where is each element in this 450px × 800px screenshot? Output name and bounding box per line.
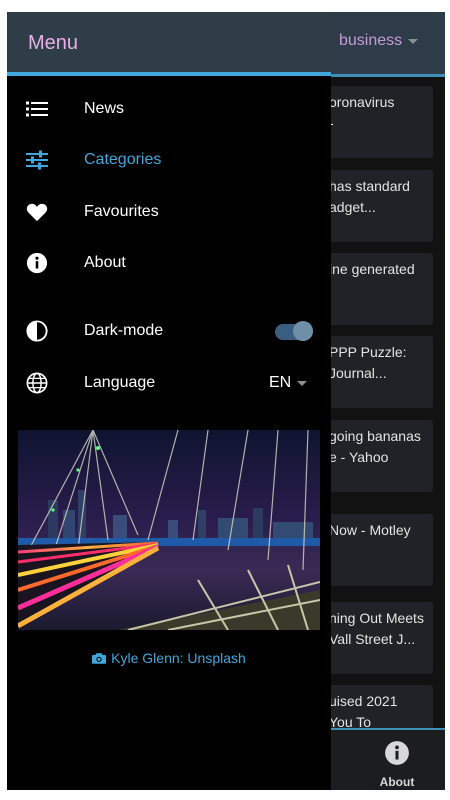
bridge-night-photo bbox=[18, 430, 320, 630]
side-drawer: Menu News Categories Favourites About Da… bbox=[7, 12, 331, 790]
news-card-title: Now - Motley bbox=[329, 522, 411, 538]
news-card-title: ning Out Meets Vall Street J... bbox=[329, 610, 424, 647]
news-card-title: PPP Puzzle: Journal... bbox=[329, 344, 407, 381]
globe-icon bbox=[26, 372, 48, 394]
list-icon bbox=[26, 98, 48, 120]
menu-item-label: Favourites bbox=[84, 203, 159, 220]
language-row: Language EN bbox=[7, 363, 331, 403]
info-icon bbox=[385, 741, 409, 765]
drawer-header-divider bbox=[7, 72, 331, 76]
bottom-nav-about[interactable]: About bbox=[373, 740, 433, 789]
language-dropdown[interactable]: EN bbox=[269, 374, 308, 392]
menu-item-label: About bbox=[84, 254, 126, 271]
dark-mode-label: Dark-mode bbox=[84, 322, 164, 339]
menu-item-favourites[interactable]: Favourites bbox=[7, 192, 331, 232]
heart-icon bbox=[26, 201, 48, 223]
chevron-down-icon bbox=[297, 380, 308, 386]
dark-mode-toggle[interactable] bbox=[275, 320, 315, 342]
menu-item-about[interactable]: About bbox=[7, 243, 331, 283]
news-card-title: oronavirus - bbox=[329, 94, 395, 131]
drawer-header: Menu bbox=[7, 12, 331, 74]
bottom-nav-about-label: About bbox=[379, 775, 415, 789]
menu-item-categories[interactable]: Categories bbox=[7, 140, 331, 180]
toggle-knob bbox=[293, 321, 313, 341]
photo-credit-link[interactable]: Kyle Glenn: Unsplash bbox=[7, 650, 331, 666]
news-card-title: uised 2021 You To bbox=[329, 693, 398, 730]
camera-icon bbox=[92, 653, 107, 664]
menu-item-news[interactable]: News bbox=[7, 89, 331, 129]
drawer-title: Menu bbox=[28, 32, 79, 54]
app-frame: business oronavirus - has standard adget… bbox=[7, 12, 445, 790]
menu-item-label: Categories bbox=[84, 151, 162, 168]
contrast-icon bbox=[26, 320, 48, 342]
news-card-title: ine generated bbox=[329, 261, 415, 277]
dark-mode-row: Dark-mode bbox=[7, 311, 331, 351]
language-label: Language bbox=[84, 374, 156, 391]
news-card-title: has standard adget... bbox=[329, 178, 410, 215]
bottom-nav: About bbox=[329, 728, 445, 790]
menu-item-label: News bbox=[84, 100, 125, 117]
language-dropdown-value: EN bbox=[269, 374, 292, 391]
news-card-title: going bananas e - Yahoo bbox=[329, 428, 421, 465]
photo-credit-text: Kyle Glenn: Unsplash bbox=[111, 650, 246, 666]
drawer-photo bbox=[18, 430, 320, 630]
info-icon bbox=[26, 252, 48, 274]
sliders-icon bbox=[26, 149, 48, 171]
